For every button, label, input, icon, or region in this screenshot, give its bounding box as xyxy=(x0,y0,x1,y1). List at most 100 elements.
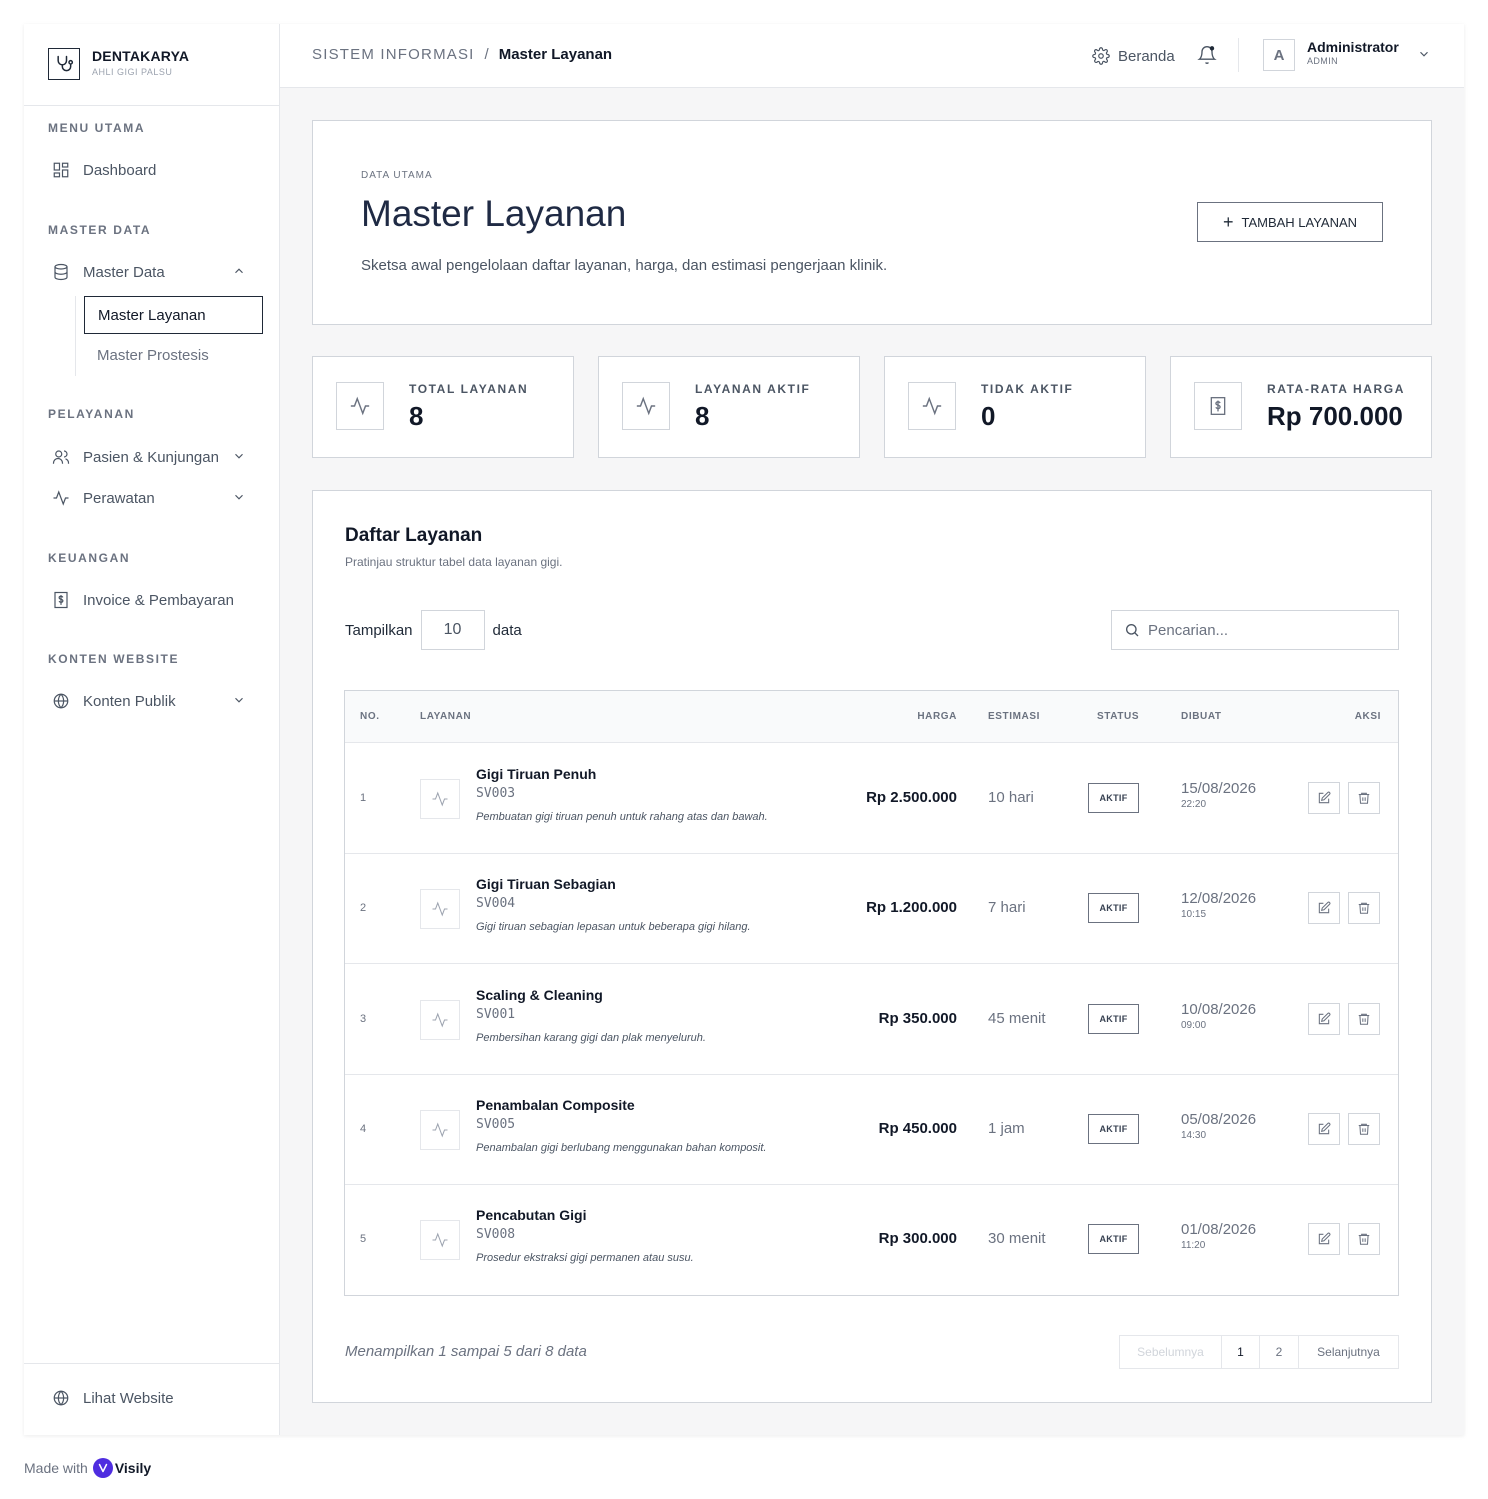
edit-icon xyxy=(1318,1122,1331,1135)
stat-label: TOTAL LAYANAN xyxy=(409,382,529,396)
table-header: NO. LAYANAN HARGA ESTIMASI STATUS DIBUAT… xyxy=(345,691,1398,743)
chevron-down-icon xyxy=(232,449,246,467)
service-name: Gigi Tiruan Penuh xyxy=(476,766,597,782)
page-hero-card: DATA UTAMA Master Layanan Sketsa awal pe… xyxy=(312,120,1432,325)
user-name[interactable]: Administrator xyxy=(1307,39,1399,55)
page-overline: DATA UTAMA xyxy=(361,170,433,181)
brand-subtitle: AHLI GIGI PALSU xyxy=(92,67,173,77)
status-badge: AKTIF xyxy=(1088,1224,1139,1254)
created-time: 11:20 xyxy=(1181,1240,1206,1251)
stat-label: RATA-RATA HARGA xyxy=(1267,382,1405,396)
bell-icon[interactable] xyxy=(1197,44,1219,68)
created-date: 01/08/2026 xyxy=(1181,1221,1257,1238)
next-page-button[interactable]: Selanjutnya xyxy=(1299,1336,1398,1368)
stat-value: Rp 700.000 xyxy=(1267,401,1403,431)
edit-button[interactable] xyxy=(1308,1003,1340,1035)
home-link-label: Beranda xyxy=(1118,47,1175,65)
sidebar-item-label: Master Data xyxy=(83,263,165,281)
service-description: Pembersihan karang gigi dan plak menyelu… xyxy=(476,1032,706,1044)
delete-button[interactable] xyxy=(1348,1113,1380,1145)
plus-icon: + xyxy=(1222,212,1234,232)
stat-label: LAYANAN AKTIF xyxy=(695,382,811,396)
view-website-label: Lihat Website xyxy=(83,1389,174,1407)
made-with-brand: Visily xyxy=(114,1460,152,1476)
sidebar-item-master-prostesis[interactable]: Master Prostesis xyxy=(84,336,263,374)
edit-button[interactable] xyxy=(1308,1113,1340,1145)
section-keuangan: KEUANGAN xyxy=(48,551,131,565)
delete-button[interactable] xyxy=(1348,1223,1380,1255)
add-service-button[interactable]: + TAMBAH LAYANAN xyxy=(1197,202,1383,242)
service-name: Penambalan Composite xyxy=(476,1097,635,1113)
made-with-badge[interactable]: Made with Visily xyxy=(24,1458,151,1478)
dashboard-icon xyxy=(51,160,71,180)
page-size-suffix: data xyxy=(492,621,522,639)
sidebar-item-invoice[interactable]: Invoice & Pembayaran xyxy=(48,584,256,616)
activity-icon xyxy=(908,382,956,430)
page-size-prefix: Tampilkan xyxy=(345,621,413,639)
page-2-button[interactable]: 2 xyxy=(1260,1336,1299,1368)
service-estimate: 1 jam xyxy=(988,1120,1025,1137)
prev-page-button[interactable]: Sebelumnya xyxy=(1120,1336,1222,1368)
edit-button[interactable] xyxy=(1308,892,1340,924)
avatar[interactable]: A xyxy=(1263,39,1295,71)
status-badge: AKTIF xyxy=(1088,1004,1139,1034)
search-input[interactable] xyxy=(1148,621,1378,639)
service-code: SV003 xyxy=(476,786,516,801)
trash-icon xyxy=(1358,1123,1370,1135)
service-price: Rp 300.000 xyxy=(878,1230,957,1247)
breadcrumb-root[interactable]: SISTEM INFORMASI xyxy=(312,46,475,63)
chevron-down-icon[interactable] xyxy=(1417,47,1431,66)
section-menu-utama: MENU UTAMA xyxy=(48,121,146,135)
service-code: SV008 xyxy=(476,1227,516,1242)
delete-button[interactable] xyxy=(1348,892,1380,924)
row-number: 1 xyxy=(360,792,367,804)
activity-icon xyxy=(420,779,460,819)
sidebar-item-master-layanan[interactable]: Master Layanan xyxy=(84,296,263,334)
sidebar-item-dashboard[interactable]: Dashboard xyxy=(48,154,256,186)
row-number: 5 xyxy=(360,1233,367,1245)
delete-button[interactable] xyxy=(1348,1003,1380,1035)
col-dibuat: DIBUAT xyxy=(1181,711,1222,722)
page-1-button[interactable]: 1 xyxy=(1222,1336,1260,1368)
sidebar-item-label: Dashboard xyxy=(83,161,157,179)
created-time: 10:15 xyxy=(1181,909,1207,920)
section-konten-website: KONTEN WEBSITE xyxy=(48,652,180,666)
activity-icon xyxy=(51,488,71,508)
trash-icon xyxy=(1358,792,1370,804)
users-icon xyxy=(51,447,71,467)
brand: DENTAKARYA AHLI GIGI PALSU xyxy=(24,24,279,106)
col-estimasi: ESTIMASI xyxy=(988,711,1041,722)
delete-button[interactable] xyxy=(1348,782,1380,814)
chevron-down-icon xyxy=(232,693,246,711)
view-website-link[interactable]: Lihat Website xyxy=(48,1382,256,1414)
col-harga: HARGA xyxy=(917,711,957,722)
sidebar-item-konten-publik[interactable]: Konten Publik xyxy=(48,685,256,717)
home-link[interactable]: Beranda xyxy=(1092,44,1175,68)
page-description: Sketsa awal pengelolaan daftar layanan, … xyxy=(361,257,888,274)
row-number: 2 xyxy=(360,902,367,914)
stat-card-active: LAYANAN AKTIF 8 xyxy=(598,356,860,458)
status-badge: AKTIF xyxy=(1088,783,1139,813)
page-size-input[interactable]: 10 xyxy=(420,610,485,650)
edit-button[interactable] xyxy=(1308,1223,1340,1255)
pagination-summary: Menampilkan 1 sampai 5 dari 8 data xyxy=(345,1343,587,1360)
service-price: Rp 350.000 xyxy=(878,1010,957,1027)
sidebar-item-perawatan[interactable]: Perawatan xyxy=(48,482,256,514)
sidebar-footer: Lihat Website xyxy=(24,1363,279,1435)
created-date: 12/08/2026 xyxy=(1181,890,1257,907)
list-title: Daftar Layanan xyxy=(345,525,483,546)
created-date: 15/08/2026 xyxy=(1181,780,1257,797)
created-time: 22:20 xyxy=(1181,799,1207,810)
row-number: 4 xyxy=(360,1123,367,1135)
edit-icon xyxy=(1318,901,1331,914)
edit-button[interactable] xyxy=(1308,782,1340,814)
created-date: 10/08/2026 xyxy=(1181,1001,1257,1018)
created-date: 05/08/2026 xyxy=(1181,1111,1257,1128)
created-time: 09:00 xyxy=(1181,1020,1207,1031)
service-name: Gigi Tiruan Sebagian xyxy=(476,876,616,892)
receipt-icon xyxy=(1194,382,1242,430)
edit-icon xyxy=(1318,791,1331,804)
sidebar-item-master-data[interactable]: Master Data xyxy=(48,256,256,288)
sidebar-item-pasien[interactable]: Pasien & Kunjungan xyxy=(48,441,256,473)
search-icon xyxy=(1126,624,1139,637)
